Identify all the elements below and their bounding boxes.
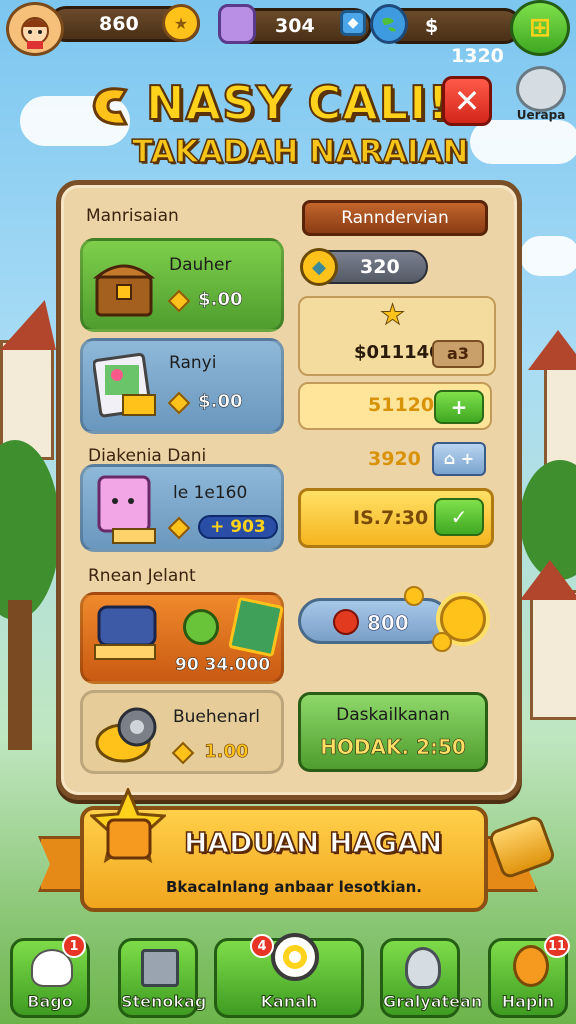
settings-badge-label: Uerapa (516, 108, 566, 122)
leaf-coin-icon (183, 609, 219, 645)
price-pill: + 903 (198, 515, 278, 539)
reward-row-3[interactable]: 3920 ⌂ + (298, 438, 492, 482)
nav-tab-gralyatean[interactable]: Gralyatean (380, 938, 483, 1018)
section-label-2: Diakenia Dani (88, 446, 207, 466)
item-price: + 903 (167, 515, 278, 539)
picture-frame-icon (92, 351, 161, 423)
coin-icon (167, 516, 191, 539)
page-subtitle: TAKADAH NARAIAN (131, 133, 469, 171)
nav-label: Stenokag (121, 992, 207, 1012)
money-symbol: $ (425, 15, 439, 37)
notification-badge: 1 (62, 934, 86, 958)
gold-orb-icon (93, 699, 161, 769)
reward-value: IS.7:30 (353, 507, 429, 529)
item-name: Dauher (169, 255, 232, 275)
gift-box-icon (93, 471, 159, 547)
shop-item-card-2[interactable]: Ranyi $.00 (80, 338, 284, 434)
reward-tag: a3 (432, 340, 484, 368)
globe-icon (370, 4, 408, 44)
item-name: Ranyi (169, 353, 217, 373)
nav-label: Bago (27, 992, 73, 1012)
item-price: $.00 (167, 289, 243, 312)
nav-label: Gralyatean (383, 992, 483, 1012)
reward-row-1[interactable]: $011140 a3 (300, 336, 494, 374)
shop-item-card-3[interactable]: le 1e160 + 903 (80, 464, 284, 552)
fruit-value: 800 (367, 611, 409, 636)
banner-title: HADUAN HAGAN (183, 825, 443, 860)
gem-shard-icon (516, 66, 566, 112)
small-coin-icon (432, 632, 452, 652)
close-icon: ✕ (453, 82, 481, 120)
player-avatar-icon[interactable] (6, 2, 64, 56)
nav-tab-kanah[interactable]: Kanah (214, 933, 364, 1018)
item-price: 1.00 (171, 741, 249, 764)
star-icon: ★ (379, 298, 406, 332)
gem-amount: 304 (275, 15, 315, 37)
confirm-button[interactable]: ✓ (434, 498, 484, 536)
ticket-icon (228, 596, 284, 658)
notification-badge: 11 (544, 934, 570, 958)
nav-label: Kanah (260, 992, 318, 1012)
egg-icon (271, 933, 319, 981)
coin-amount: 860 (99, 13, 139, 35)
left-section-header: Manrisaian (86, 206, 179, 226)
reward-value: $011140 (354, 342, 442, 363)
machine-icon (91, 599, 173, 665)
treasure-chest-icon (91, 251, 157, 321)
banner-subtitle: Bkacalnlang anbaar lesotkian. (166, 878, 423, 896)
item-value: 90 34.000 (175, 655, 271, 676)
top-resource-bar: 860 ★ 304 ◆ $ 1320 ⊞ (0, 0, 576, 67)
balloon-icon (513, 945, 549, 987)
settings-badge[interactable]: Uerapa (512, 66, 570, 128)
apple-icon (333, 609, 359, 635)
timer-box[interactable]: Daskailkanan HODAK. 2:50 (298, 692, 488, 772)
fruit-currency-pill: 800 (298, 598, 450, 644)
item-price: $.00 (167, 391, 243, 414)
nav-label: Hapin (501, 992, 555, 1012)
shop-item-card-5[interactable]: Buehenarl 1.00 (80, 690, 284, 774)
grid-menu-icon[interactable]: ⊞ (510, 0, 570, 56)
robot-icon (405, 947, 441, 989)
right-section-header: Ranndervian (302, 200, 488, 236)
right-section-header-text: Ranndervian (341, 208, 449, 228)
reward-value: 3920 (368, 448, 421, 470)
notification-badge: 4 (250, 934, 274, 958)
plus-icon: + (450, 395, 468, 419)
shop-item-card-1[interactable]: Dauher $.00 (80, 238, 284, 332)
plus-gem-icon[interactable]: ◆ (340, 10, 366, 36)
check-icon: ✓ (450, 505, 468, 529)
page-title: NASY CALI! (145, 75, 450, 131)
coin-icon (167, 391, 191, 414)
timer-title: Daskailkanan (336, 705, 450, 725)
coin-icon (167, 289, 191, 312)
shop-item-card-4[interactable]: 90 34.000 (80, 592, 284, 684)
item-name: le 1e160 (173, 483, 248, 503)
timer-value: HODAK. 2:50 (320, 735, 466, 760)
coin-icon (171, 741, 195, 764)
gem-coin-icon: ◆ (300, 248, 338, 286)
currency-value: 320 (360, 256, 400, 278)
add-button[interactable]: + (434, 390, 484, 424)
shield-gem-icon (218, 4, 256, 44)
money-amount: 1320 (451, 45, 504, 67)
reward-value: 51120 (368, 394, 435, 416)
upgrade-button[interactable]: ⌂ + (432, 442, 486, 476)
section-label-3: Rnean Jelant (88, 566, 196, 586)
small-coin-icon (404, 586, 424, 606)
gold-coin-icon: ★ (162, 4, 200, 42)
star-box-icon (88, 786, 168, 872)
nav-tab-stenokag[interactable]: Stenokag (118, 938, 207, 1018)
close-button[interactable]: ✕ (442, 76, 492, 126)
item-name: Buehenarl (173, 707, 261, 727)
crate-icon (141, 949, 179, 987)
back-arrow-icon[interactable] (86, 80, 138, 134)
